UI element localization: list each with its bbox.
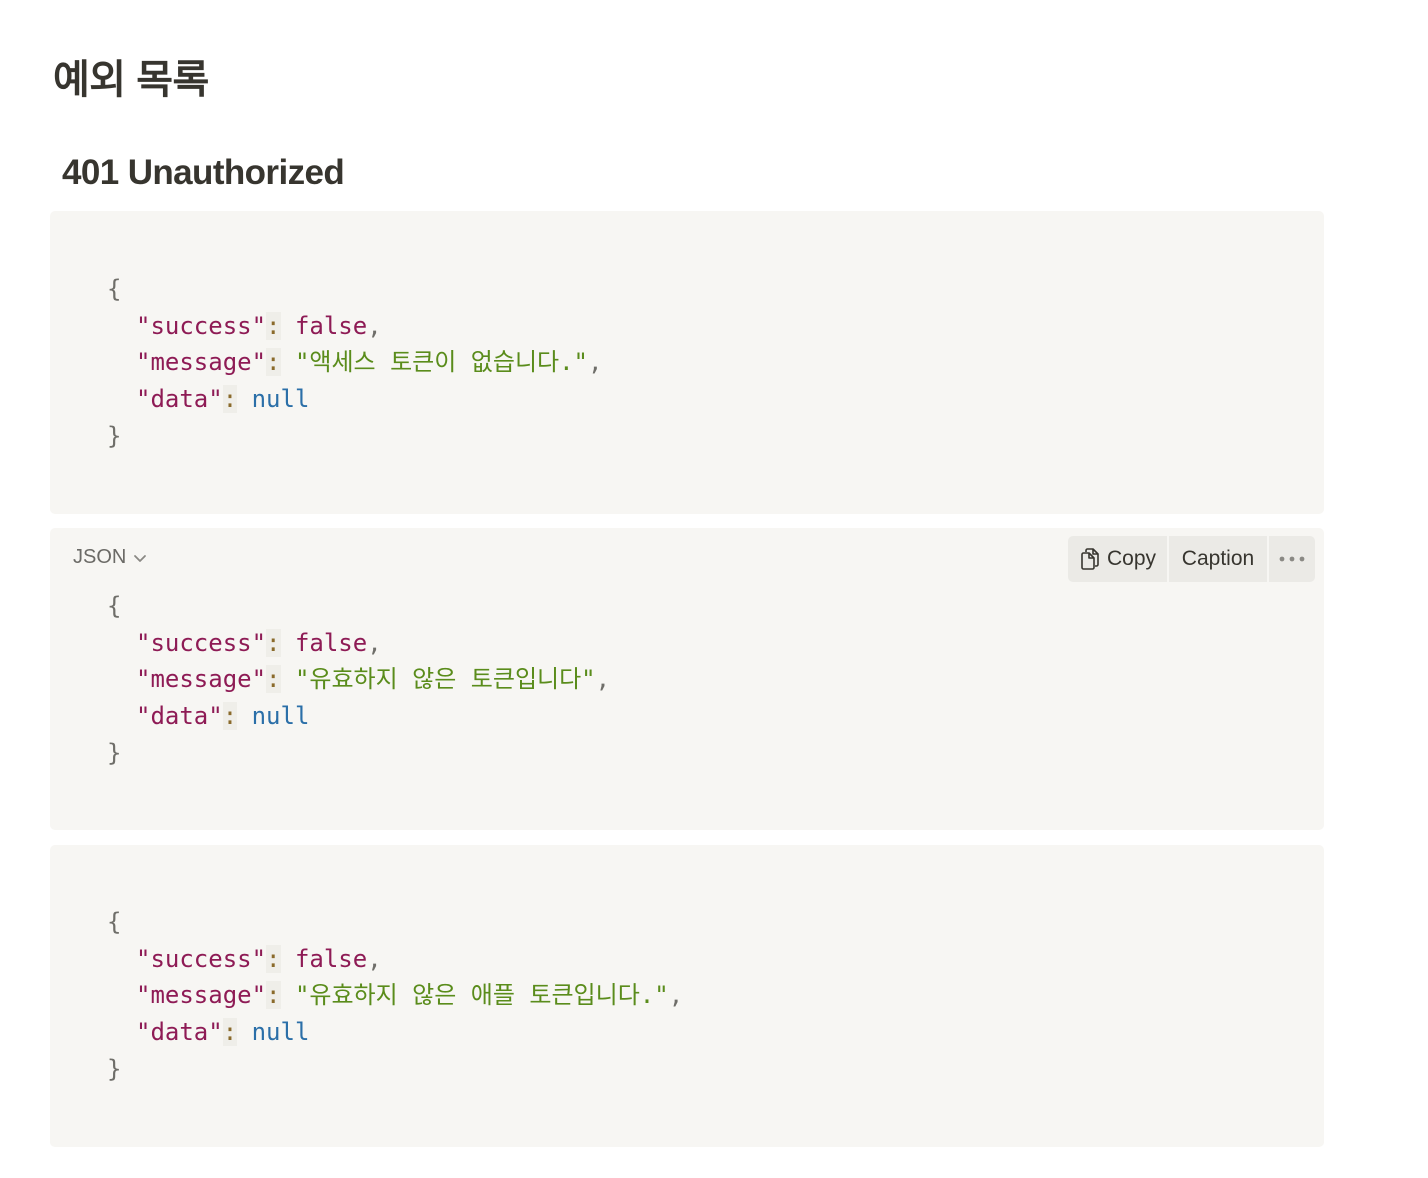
- json-comma: ,: [367, 944, 382, 973]
- json-value: "액세스 토큰이 없습니다.": [294, 348, 588, 377]
- code-content[interactable]: {"success": false, "message": "유효하지 않은 토큰…: [107, 588, 610, 772]
- json-comma: ,: [668, 981, 684, 1010]
- code-block[interactable]: JSON Copy Caption {"success": false,"me: [50, 528, 1324, 830]
- caption-label: Caption: [1181, 547, 1255, 570]
- json-colon: :: [266, 628, 281, 657]
- json-key: "data": [136, 702, 223, 731]
- code-open-brace: {: [107, 275, 122, 303]
- copy-icon: [1081, 548, 1099, 570]
- code-line-message: "message": "유효하지 않은 애플 토큰입니다.",: [107, 977, 683, 1014]
- code-line-success: "success": false,: [107, 625, 610, 662]
- code-line-data: "data": null: [107, 1014, 683, 1051]
- json-colon: :: [222, 385, 238, 414]
- code-line-message: "message": "액세스 토큰이 없습니다.",: [107, 344, 602, 381]
- json-colon: :: [266, 311, 281, 340]
- code-block[interactable]: {"success": false, "message": "유효하지 않은 애플…: [50, 845, 1324, 1147]
- json-key: "data": [136, 385, 223, 414]
- json-colon: :: [266, 665, 281, 694]
- json-colon: :: [222, 702, 238, 731]
- json-value: null: [251, 385, 310, 414]
- copy-button[interactable]: Copy: [1068, 536, 1169, 582]
- code-close-brace: }: [107, 1054, 122, 1083]
- code-line-success: "success": false,: [107, 941, 683, 978]
- code-line-success: "success": false,: [107, 308, 602, 345]
- json-key: "success": [136, 944, 267, 973]
- page-title: 예외 목록: [53, 58, 209, 102]
- code-content[interactable]: {"success": false, "message": "액세스 토큰이 없습…: [107, 271, 602, 455]
- caption-button[interactable]: Caption: [1169, 536, 1269, 582]
- code-content[interactable]: {"success": false, "message": "유효하지 않은 애플…: [107, 904, 683, 1088]
- json-colon: :: [222, 1018, 238, 1047]
- json-comma: ,: [367, 311, 382, 340]
- code-block[interactable]: {"success": false, "message": "액세스 토큰이 없습…: [50, 211, 1324, 514]
- json-key: "message": [136, 348, 267, 377]
- json-value: false: [294, 311, 368, 340]
- language-selector[interactable]: JSON: [73, 546, 148, 569]
- json-value: "유효하지 않은 토큰입니다": [294, 665, 596, 694]
- code-line-data: "data": null: [107, 381, 602, 418]
- chevron-down-icon: [134, 554, 147, 562]
- json-value: false: [294, 628, 368, 657]
- section-heading: 401 Unauthorized: [62, 153, 345, 192]
- more-options-button[interactable]: [1269, 536, 1315, 582]
- json-value: null: [251, 1018, 310, 1047]
- json-comma: ,: [367, 628, 382, 657]
- json-colon: :: [266, 348, 281, 377]
- json-value: false: [294, 944, 368, 973]
- json-value: null: [251, 702, 310, 731]
- ellipsis-icon: [1279, 556, 1305, 562]
- copy-label: Copy: [1106, 547, 1157, 570]
- json-comma: ,: [588, 348, 603, 377]
- code-open-brace: {: [107, 908, 122, 936]
- json-key: "data": [136, 1018, 223, 1047]
- code-line-message: "message": "유효하지 않은 토큰입니다",: [107, 661, 610, 698]
- language-label: JSON: [73, 546, 127, 568]
- json-key: "message": [136, 981, 267, 1010]
- json-comma: ,: [595, 665, 611, 694]
- code-close-brace: }: [107, 421, 122, 450]
- code-open-brace: {: [107, 592, 122, 620]
- json-key: "success": [136, 628, 267, 657]
- json-key: "success": [136, 311, 267, 340]
- json-key: "message": [136, 665, 267, 694]
- json-colon: :: [266, 981, 281, 1010]
- code-close-brace: }: [107, 738, 122, 767]
- json-colon: :: [266, 944, 281, 973]
- code-line-data: "data": null: [107, 698, 610, 735]
- code-toolbar: Copy Caption: [1068, 536, 1315, 582]
- json-value: "유효하지 않은 애플 토큰입니다.": [294, 981, 669, 1010]
